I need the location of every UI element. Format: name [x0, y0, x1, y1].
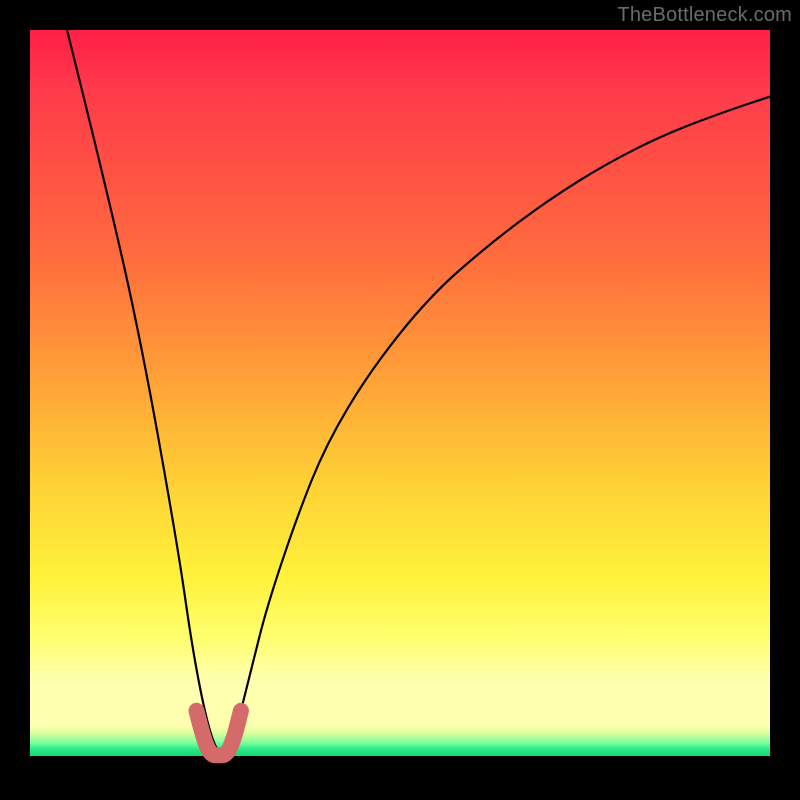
highlight-dip-path: [197, 711, 241, 755]
watermark-text: TheBottleneck.com: [617, 4, 792, 27]
bottleneck-curve-path: [67, 30, 770, 755]
plot-area: [30, 30, 770, 770]
curve-svg: [30, 30, 770, 770]
chart-frame: TheBottleneck.com: [0, 0, 800, 800]
